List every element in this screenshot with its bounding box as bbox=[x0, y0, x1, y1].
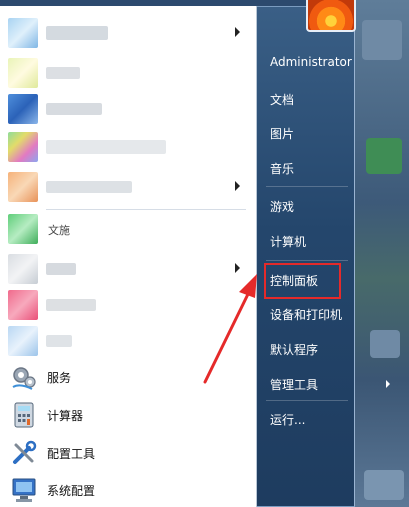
right-item-devices-printers[interactable]: 设备和打印机 bbox=[270, 306, 342, 323]
program-item[interactable] bbox=[8, 92, 248, 126]
desktop-background bbox=[352, 0, 409, 507]
program-label: 文施 bbox=[48, 224, 70, 237]
right-item-music[interactable]: 音乐 bbox=[270, 160, 294, 177]
program-item-config-tools[interactable]: 配置工具 bbox=[8, 436, 248, 470]
pointer-arrow-icon bbox=[203, 274, 257, 384]
calculator-icon bbox=[14, 402, 34, 428]
submenu-arrow-icon bbox=[235, 181, 240, 191]
submenu-arrow-icon bbox=[235, 27, 240, 37]
right-item-pictures[interactable]: 图片 bbox=[270, 125, 294, 142]
right-item-games[interactable]: 游戏 bbox=[270, 198, 294, 215]
blurred-label bbox=[46, 299, 96, 311]
blurred-icon bbox=[8, 18, 38, 48]
right-item-default-programs[interactable]: 默认程序 bbox=[270, 341, 318, 358]
desktop-blur bbox=[364, 470, 404, 500]
separator bbox=[266, 260, 348, 261]
desktop-blur bbox=[366, 138, 402, 174]
program-item[interactable] bbox=[8, 16, 248, 50]
separator bbox=[266, 186, 348, 187]
tools-icon bbox=[13, 440, 37, 464]
blurred-label bbox=[46, 181, 132, 193]
right-item-computer[interactable]: 计算机 bbox=[270, 233, 306, 250]
program-label: 计算器 bbox=[47, 409, 84, 423]
blurred-icon bbox=[8, 172, 38, 202]
programs-panel: 文施 服务 计算器 配置工具 系统配置 bbox=[0, 6, 257, 507]
submenu-arrow-icon bbox=[386, 380, 390, 388]
right-item-administrator[interactable]: Administrator bbox=[270, 55, 352, 69]
desktop-blur bbox=[370, 330, 400, 358]
program-item[interactable] bbox=[8, 56, 248, 90]
program-item[interactable] bbox=[8, 130, 248, 164]
highlight-box bbox=[264, 263, 341, 299]
services-gear-icon bbox=[12, 367, 36, 390]
blurred-icon bbox=[8, 214, 38, 244]
right-item-admin-tools[interactable]: 管理工具 bbox=[270, 376, 318, 393]
program-item-calculator[interactable]: 计算器 bbox=[8, 398, 248, 432]
desktop-blur bbox=[362, 20, 402, 60]
right-item-documents[interactable]: 文档 bbox=[270, 91, 294, 108]
program-item[interactable]: 文施 bbox=[8, 212, 248, 246]
system-config-icon bbox=[12, 478, 36, 502]
right-item-run[interactable]: 运行... bbox=[270, 411, 305, 428]
user-avatar[interactable] bbox=[306, 0, 356, 32]
blurred-label bbox=[46, 263, 76, 275]
blurred-label bbox=[46, 67, 80, 79]
blurred-icon bbox=[8, 326, 38, 356]
blurred-label bbox=[46, 26, 108, 40]
separator bbox=[266, 400, 348, 401]
separator bbox=[46, 209, 246, 210]
blurred-icon bbox=[8, 58, 38, 88]
program-label: 系统配置 bbox=[47, 484, 96, 498]
program-label: 配置工具 bbox=[47, 447, 96, 461]
program-label: 服务 bbox=[47, 371, 72, 385]
blurred-icon bbox=[8, 290, 38, 320]
blurred-label bbox=[46, 335, 72, 347]
blurred-label bbox=[46, 140, 166, 154]
program-item[interactable] bbox=[8, 170, 248, 204]
blurred-icon bbox=[8, 132, 38, 162]
blurred-label bbox=[46, 103, 102, 115]
blurred-icon bbox=[8, 94, 38, 124]
program-item-system-config[interactable]: 系统配置 bbox=[8, 473, 248, 507]
blurred-icon bbox=[8, 254, 38, 284]
